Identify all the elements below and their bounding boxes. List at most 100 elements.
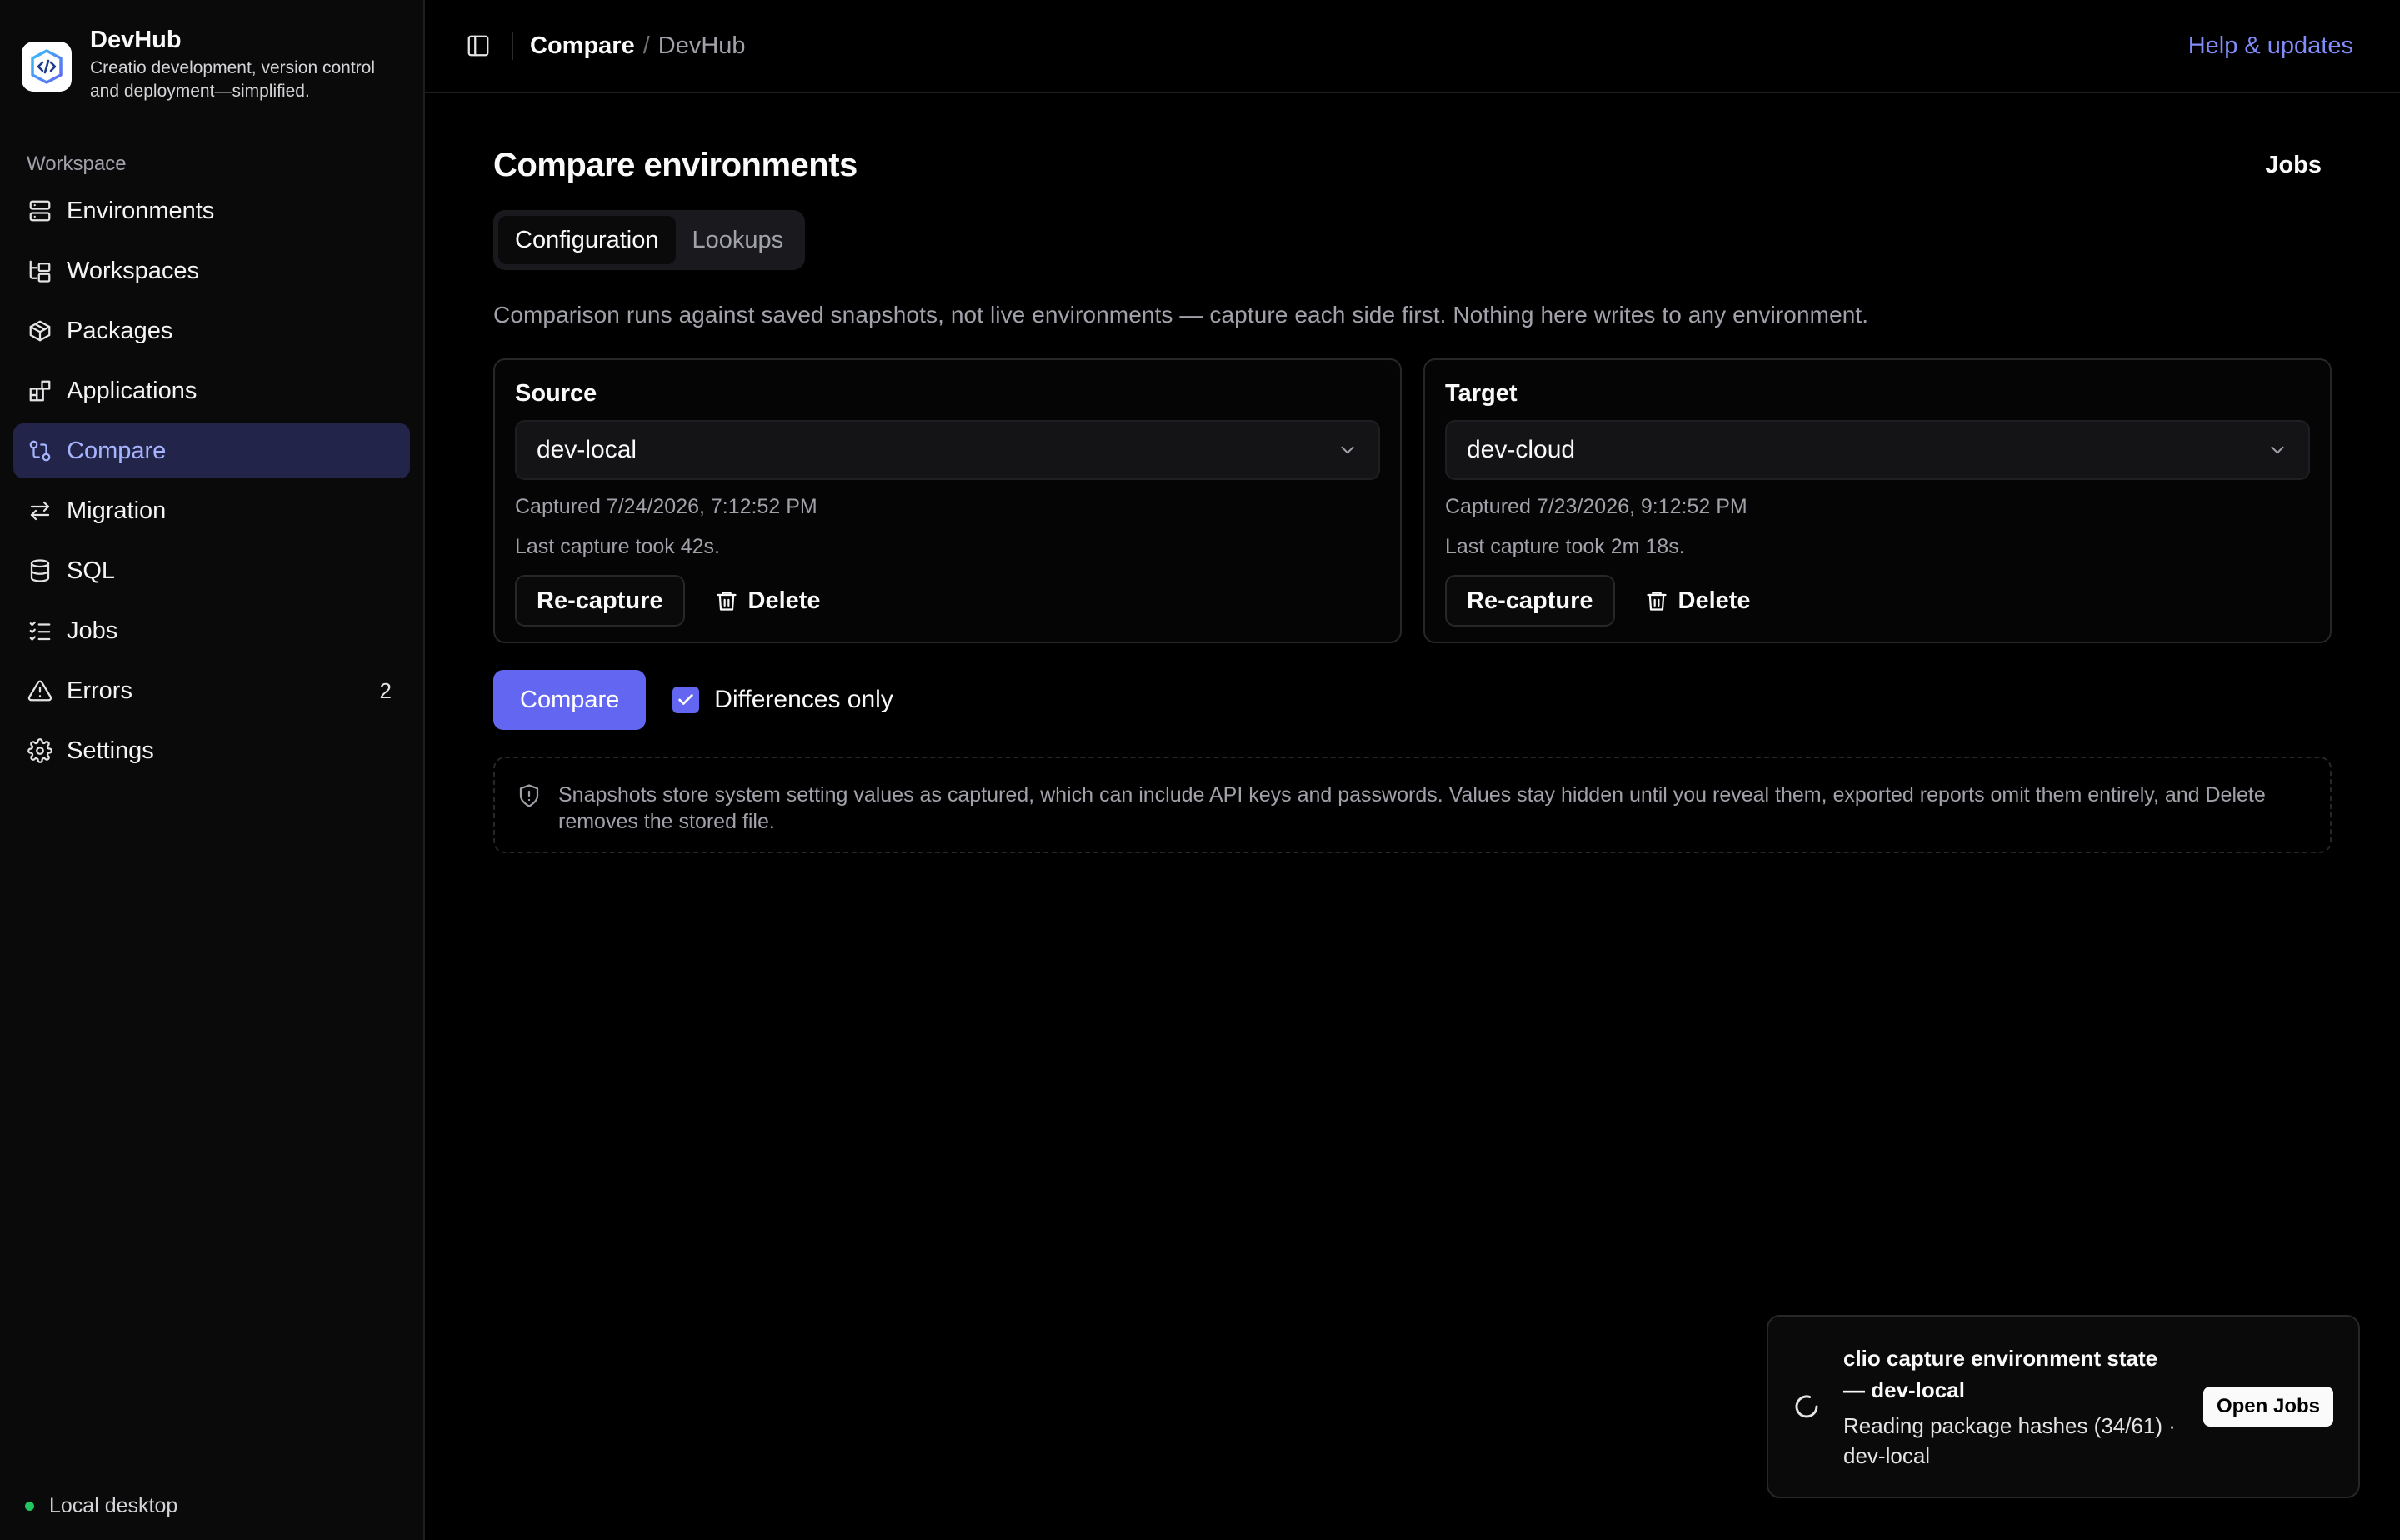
errors-count-badge: 2 [379, 678, 392, 703]
app-shell: DevHub Creatio development, version cont… [0, 0, 2400, 1540]
target-recapture-button[interactable]: Re-capture [1445, 575, 1615, 627]
differences-only-toggle[interactable]: Differences only [672, 686, 893, 714]
gear-icon [27, 738, 53, 764]
nav-section-label: Workspace [27, 152, 127, 175]
sidebar-item-label: Environments [67, 197, 215, 224]
source-delete-label: Delete [748, 587, 821, 614]
chevron-down-icon [1341, 446, 1354, 454]
list-checks-icon [27, 618, 53, 644]
job-progress-toast: clio capture environment state — dev-loc… [1767, 1315, 2360, 1498]
folder-tree-icon [27, 258, 53, 284]
app-name: DevHub [90, 27, 182, 53]
page-header: Compare environments Jobs [493, 145, 2333, 185]
page-description: Comparison runs against saved snapshots,… [493, 302, 1869, 328]
devhub-logo-icon [22, 42, 72, 92]
target-actions: Re-capture Delete [1445, 575, 2310, 627]
compare-tabs: Configuration Lookups [493, 210, 806, 270]
package-icon [27, 318, 53, 344]
source-delete-button[interactable]: Delete [715, 588, 821, 615]
sidebar-item-packages[interactable]: Packages [13, 303, 410, 358]
open-jobs-button[interactable]: Open Jobs [2202, 1387, 2333, 1427]
breadcrumb-current: Compare [530, 32, 635, 59]
toast-body: clio capture environment state — dev-loc… [1843, 1342, 2185, 1471]
sidebar-item-jobs[interactable]: Jobs [13, 603, 410, 658]
source-captured-at: Captured 7/24/2026, 7:12:52 PM [515, 495, 818, 518]
sidebar-item-label: Packages [67, 317, 173, 344]
topbar-divider [512, 32, 513, 60]
chevron-down-icon [2271, 446, 2284, 454]
trash-icon [715, 589, 738, 612]
toast-message: Reading package hashes (34/61) · dev-loc… [1843, 1413, 2176, 1468]
git-compare-icon [27, 438, 53, 464]
sidebar-item-label: Settings [67, 737, 154, 764]
target-capture-duration: Last capture took 2m 18s. [1445, 535, 1685, 558]
tab-lookups[interactable]: Lookups [676, 216, 801, 264]
environment-cards: Source dev-local Captured 7/24/2026, 7:1… [493, 358, 2333, 643]
toast-title: clio capture environment state — dev-loc… [1843, 1346, 2158, 1402]
differences-only-checkbox[interactable] [672, 687, 700, 713]
source-card: Source dev-local Captured 7/24/2026, 7:1… [493, 358, 1402, 643]
sidebar-item-migration[interactable]: Migration [13, 483, 410, 538]
compare-button[interactable]: Compare [493, 670, 647, 730]
compare-content: Compare environments Jobs Configuration … [425, 145, 2333, 853]
server-icon [27, 198, 53, 224]
sidebar-item-label: Applications [67, 377, 198, 404]
jobs-button[interactable]: Jobs [2265, 152, 2322, 179]
sidebar-item-environments[interactable]: Environments [13, 183, 410, 238]
warning-triangle-icon [27, 678, 53, 704]
sidebar-item-workspaces[interactable]: Workspaces [13, 243, 410, 298]
brand: DevHub Creatio development, version cont… [0, 0, 423, 103]
sidebar-item-label: SQL [67, 557, 116, 584]
source-label: Source [515, 380, 598, 407]
sidebar-item-label: Compare [67, 437, 167, 464]
source-environment-select[interactable]: dev-local [515, 420, 1380, 480]
check-icon [678, 694, 693, 705]
target-selected-value: dev-cloud [1467, 436, 1576, 463]
panel-left-icon [468, 35, 489, 57]
sidebar-item-label: Migration [67, 497, 167, 524]
sidebar: DevHub Creatio development, version cont… [0, 0, 425, 1540]
sidebar-item-sql[interactable]: SQL [13, 543, 410, 598]
sidebar-item-errors[interactable]: Errors 2 [13, 663, 410, 718]
trash-icon [1645, 589, 1668, 612]
target-captured-at: Captured 7/23/2026, 9:12:52 PM [1445, 495, 1748, 518]
sidebar-item-label: Jobs [67, 617, 118, 644]
page-title: Compare environments [493, 146, 858, 183]
blocks-icon [27, 378, 53, 404]
target-delete-label: Delete [1678, 587, 1751, 614]
source-selected-value: dev-local [537, 436, 638, 463]
target-label: Target [1445, 380, 1518, 407]
target-card: Target dev-cloud Captured 7/23/2026, 9:1… [1423, 358, 2332, 643]
tab-configuration[interactable]: Configuration [498, 216, 676, 264]
breadcrumb-separator: / [642, 32, 650, 59]
arrows-swap-icon [27, 498, 53, 524]
source-actions: Re-capture Delete [515, 575, 1380, 627]
differences-only-label: Differences only [714, 686, 893, 713]
topbar: Compare / DevHub Help & updates [425, 0, 2400, 93]
main-panel: Compare / DevHub Help & updates Compare … [425, 0, 2400, 1540]
help-updates-link[interactable]: Help & updates [2188, 32, 2353, 60]
connection-status: Local desktop [25, 1494, 178, 1518]
source-capture-duration: Last capture took 42s. [515, 535, 720, 558]
target-delete-button[interactable]: Delete [1645, 588, 1751, 615]
sidebar-item-label: Workspaces [67, 257, 200, 284]
shield-alert-icon [519, 784, 539, 808]
app-tagline: Creatio development, version control and… [90, 58, 376, 101]
breadcrumb-root[interactable]: DevHub [658, 32, 746, 60]
security-notice-text: Snapshots store system setting values as… [558, 783, 2266, 833]
source-recapture-button[interactable]: Re-capture [515, 575, 685, 627]
sidebar-item-settings[interactable]: Settings [13, 723, 410, 778]
sidebar-item-compare[interactable]: Compare [13, 423, 410, 478]
sidebar-toggle-button[interactable] [458, 26, 498, 66]
target-environment-select[interactable]: dev-cloud [1445, 420, 2310, 480]
sidebar-item-label: Errors [67, 677, 132, 704]
breadcrumb: Compare / DevHub [530, 32, 746, 60]
security-notice: Snapshots store system setting values as… [493, 757, 2332, 853]
database-icon [27, 558, 53, 584]
sidebar-nav: Environments Workspaces Packages Applica… [0, 183, 423, 778]
compare-actions: Compare Differences only [493, 670, 2333, 730]
status-dot [25, 1502, 34, 1511]
connection-status-label: Local desktop [49, 1494, 178, 1518]
loading-spinner-icon [1795, 1395, 1818, 1418]
sidebar-item-applications[interactable]: Applications [13, 363, 410, 418]
